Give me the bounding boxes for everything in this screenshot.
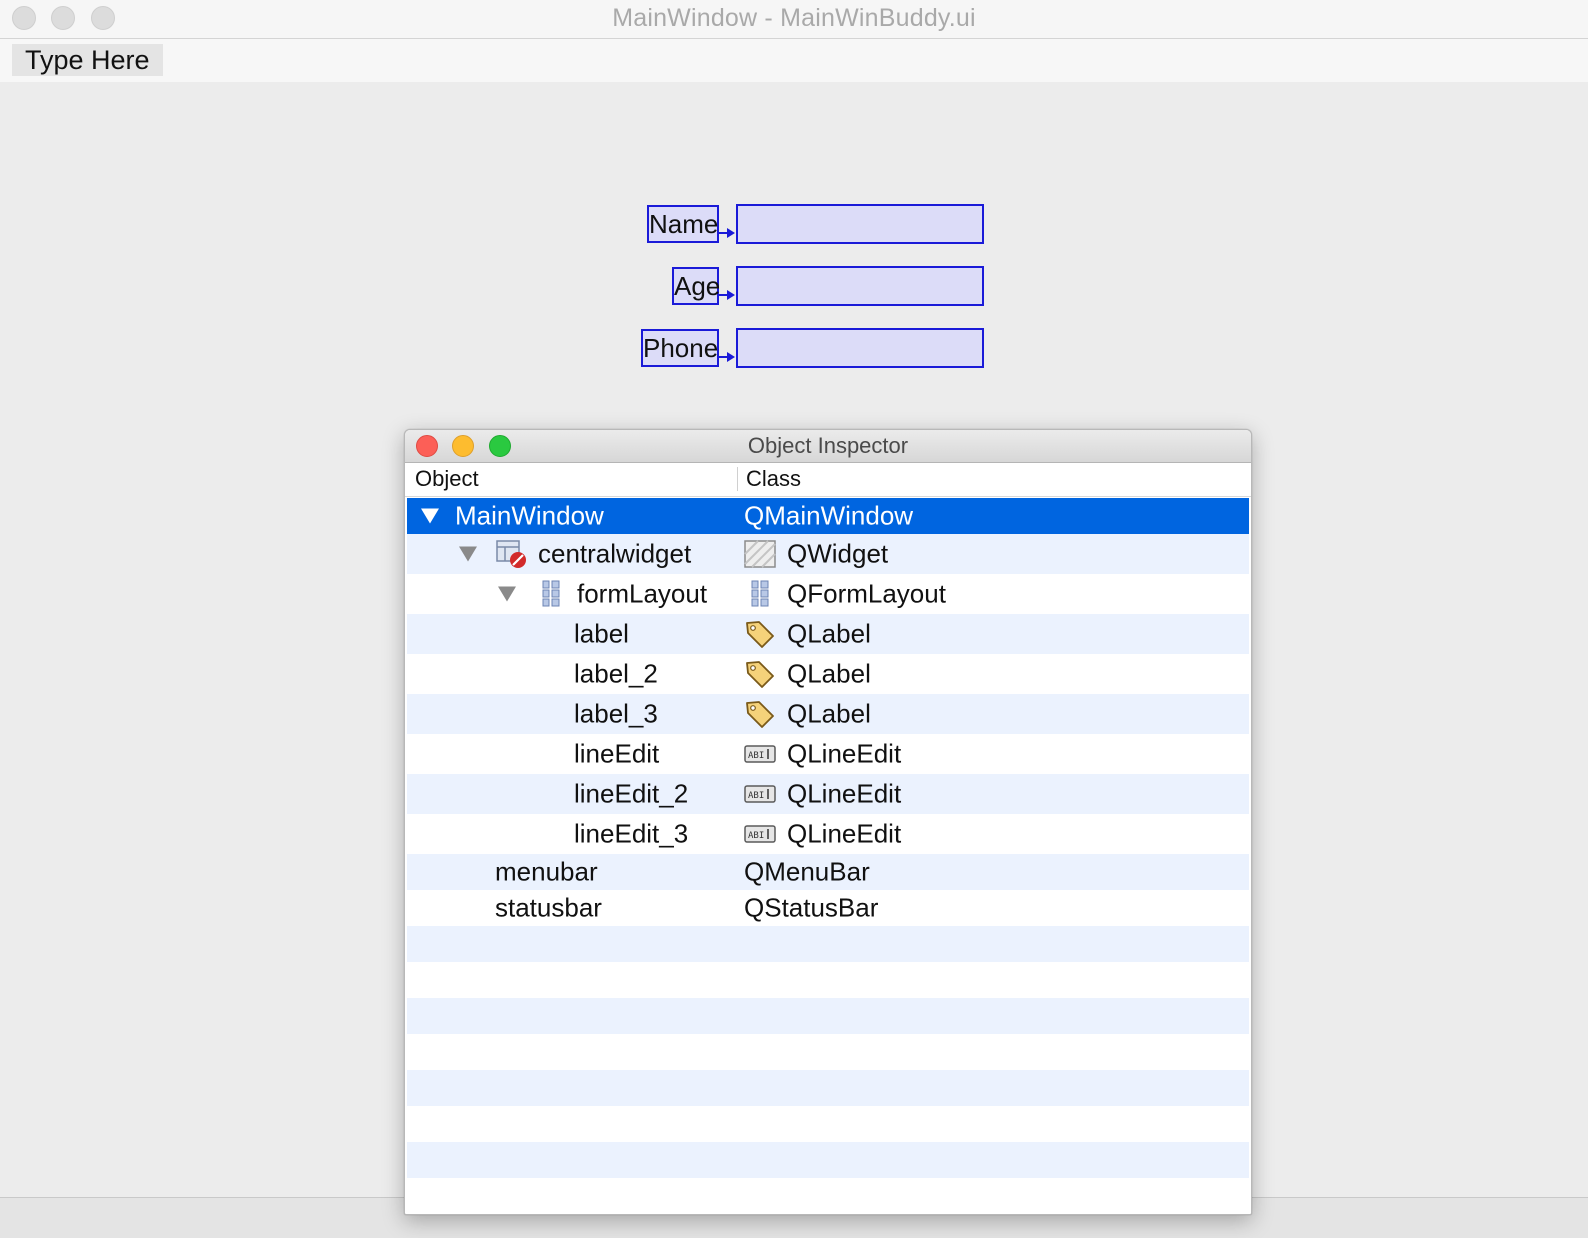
empty-row	[407, 1070, 1249, 1106]
tree-row-class: QFormLayout	[787, 578, 946, 609]
tree-row-class: QLabel	[787, 698, 871, 729]
empty-row	[407, 1178, 1249, 1214]
buddy-arrow-icon	[718, 228, 735, 238]
tree-row-object: lineEdit	[574, 738, 660, 769]
widget-broken-icon	[496, 540, 526, 568]
tree-row-label-3[interactable]: label_3 QLabel	[407, 694, 1249, 734]
disclosure-triangle-icon[interactable]	[498, 586, 516, 602]
tree-row-class: QStatusBar	[744, 892, 879, 923]
inspector-titlebar[interactable]: Object Inspector	[405, 430, 1251, 463]
column-header-object[interactable]: Object	[415, 463, 479, 495]
tree-row-object: centralwidget	[538, 538, 692, 569]
form-label-name[interactable]: Name	[647, 205, 719, 243]
form-lineedit-name[interactable]	[736, 204, 984, 244]
tree-row-object: MainWindow	[455, 500, 604, 531]
tree-row-lineedit-3[interactable]: lineEdit_3 ABI QLineEdit	[407, 814, 1249, 854]
object-inspector-window: Object Inspector Object Class MainWindow…	[404, 429, 1252, 1215]
tree-row-object: label_3	[574, 698, 658, 729]
tree-row-object: lineEdit_2	[574, 778, 689, 809]
inspector-header: Object Class	[405, 463, 1251, 497]
svg-text:ABI: ABI	[748, 831, 764, 841]
form-label-phone[interactable]: Phone	[641, 329, 719, 367]
window-title: MainWindow - MainWinBuddy.ui	[612, 4, 976, 32]
line-edit-icon: ABI	[744, 745, 776, 763]
line-edit-icon: ABI	[744, 825, 776, 843]
form-lineedit-age[interactable]	[736, 266, 984, 306]
tree-row-statusbar[interactable]: statusbar QStatusBar	[407, 890, 1249, 926]
label-tag-icon	[746, 621, 774, 648]
form-layout-icon	[751, 580, 769, 607]
column-divider[interactable]	[737, 467, 738, 491]
svg-text:ABI: ABI	[748, 791, 764, 801]
buddy-arrow-icon	[718, 352, 735, 362]
form-lineedit-phone[interactable]	[736, 328, 984, 368]
tree-row-object: lineEdit_3	[574, 818, 689, 849]
empty-row	[407, 998, 1249, 1034]
tree-row-formlayout[interactable]: formLayout QFormLayout	[407, 574, 1249, 614]
disclosure-triangle-icon[interactable]	[421, 508, 439, 524]
tree-row-lineedit[interactable]: lineEdit ABI QLineEdit	[407, 734, 1249, 774]
menu-type-here[interactable]: Type Here	[12, 44, 163, 76]
window-titlebar[interactable]: MainWindow - MainWinBuddy.ui	[0, 0, 1588, 39]
label-tag-icon	[746, 701, 774, 728]
tree-row-label-2[interactable]: label_2 QLabel	[407, 654, 1249, 694]
tree-row-class: QLabel	[787, 658, 871, 689]
tree-row-object: menubar	[495, 856, 598, 887]
empty-row	[407, 926, 1249, 962]
tree-row-class: QLineEdit	[787, 778, 902, 809]
buddy-arrow-icon	[718, 290, 735, 300]
menubar: Type Here	[0, 39, 1588, 83]
form-layout-icon	[542, 580, 560, 607]
tree-row-object: formLayout	[577, 578, 708, 609]
tree-row-class: QMenuBar	[744, 856, 870, 887]
form-label-age[interactable]: Age	[672, 267, 720, 305]
svg-text:ABI: ABI	[748, 751, 764, 761]
column-header-class[interactable]: Class	[746, 463, 801, 495]
empty-row	[407, 1142, 1249, 1178]
tree-row-menubar[interactable]: menubar QMenuBar	[407, 854, 1249, 890]
label-tag-icon	[746, 661, 774, 688]
tree-row-class: QWidget	[787, 538, 889, 569]
line-edit-icon: ABI	[744, 785, 776, 803]
tree-row-mainwindow[interactable]: MainWindow QMainWindow	[407, 498, 1249, 534]
tree-row-object: statusbar	[495, 892, 602, 923]
widget-hatch-icon	[744, 540, 776, 568]
tree-row-object: label	[574, 618, 629, 649]
tree-row-object: label_2	[574, 658, 658, 689]
empty-row	[407, 1106, 1249, 1142]
tree-row-lineedit-2[interactable]: lineEdit_2 ABI QLineEdit	[407, 774, 1249, 814]
tree-row-class: QMainWindow	[744, 500, 914, 531]
empty-row	[407, 1034, 1249, 1070]
inspector-title: Object Inspector	[747, 433, 909, 458]
tree-row-centralwidget[interactable]: centralwidget QWidget	[407, 534, 1249, 574]
empty-row	[407, 962, 1249, 998]
tree-row-class: QLabel	[787, 618, 871, 649]
tree-row-class: QLineEdit	[787, 818, 902, 849]
tree-row-class: QLineEdit	[787, 738, 902, 769]
object-tree: MainWindow QMainWindow centralwidget QWi…	[407, 498, 1249, 1214]
tree-row-label[interactable]: label QLabel	[407, 614, 1249, 654]
disclosure-triangle-icon[interactable]	[459, 546, 477, 562]
